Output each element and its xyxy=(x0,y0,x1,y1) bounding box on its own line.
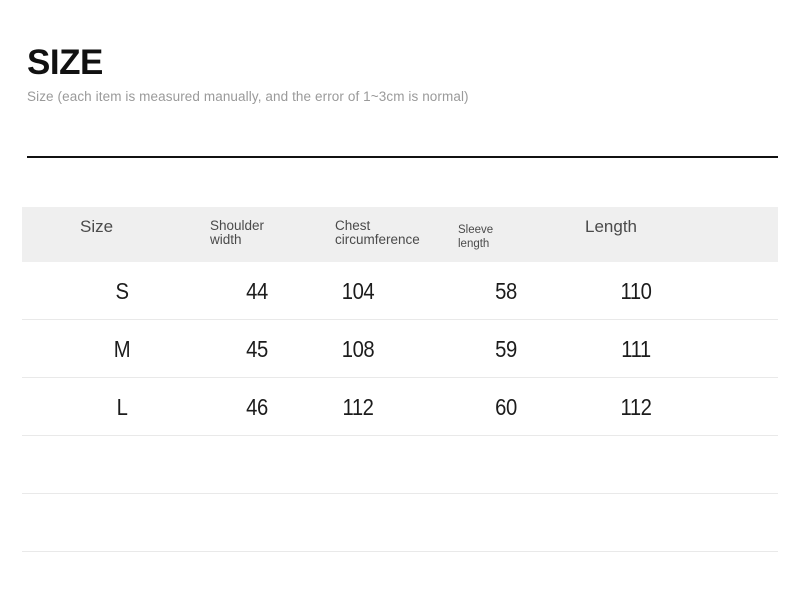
cell-length: 112 xyxy=(620,394,652,420)
column-header-chest-circumference-label: Chest circumference xyxy=(335,218,420,247)
cell-sleeve-length xyxy=(453,436,559,494)
column-header-size-ghost: · · · xyxy=(82,244,116,248)
cell-size xyxy=(69,436,175,494)
column-header-size-label: Size xyxy=(80,217,114,236)
title-block: SIZE Size (each item is measured manuall… xyxy=(27,44,767,105)
table-row: S 44 104 58 110 xyxy=(22,262,778,320)
cell-shoulder-width: 45 xyxy=(246,336,268,362)
cell-length xyxy=(583,494,689,552)
cell-length: 111 xyxy=(621,336,651,362)
cell-chest-circumference: 112 xyxy=(342,394,374,420)
cell-shoulder-width: 46 xyxy=(246,394,268,420)
cell-size xyxy=(69,494,175,552)
table-row xyxy=(22,436,778,494)
cell-sleeve-length: 60 xyxy=(495,394,517,420)
column-header-length-label: Length xyxy=(585,217,637,236)
column-header-size: Size · · · xyxy=(80,207,200,262)
table-row: M 45 108 59 111 xyxy=(22,320,778,378)
column-header-length-ghost: · · xyxy=(591,245,612,249)
cell-shoulder-width xyxy=(204,436,310,494)
cell-size: S xyxy=(115,278,129,304)
cell-chest-circumference: 104 xyxy=(341,278,375,304)
size-table: Size · · · Shoulder width Chest circumfe… xyxy=(22,207,778,552)
page-title: SIZE xyxy=(27,43,103,82)
size-chart-page: SIZE Size (each item is measured manuall… xyxy=(0,0,800,589)
column-header-shoulder-width-label: Shoulder width xyxy=(210,218,265,247)
cell-size: M xyxy=(113,336,131,362)
title-divider-rule xyxy=(27,156,778,158)
page-subtitle: Size (each item is measured manually, an… xyxy=(27,89,469,104)
cell-length: 110 xyxy=(620,278,652,304)
cell-chest-circumference xyxy=(305,436,411,494)
cell-sleeve-length: 58 xyxy=(495,278,517,304)
cell-size: L xyxy=(116,394,128,420)
cell-sleeve-length xyxy=(453,494,559,552)
cell-shoulder-width: 44 xyxy=(246,278,268,304)
cell-chest-circumference xyxy=(305,494,411,552)
cell-length xyxy=(583,436,689,494)
cell-chest-circumference: 108 xyxy=(341,336,375,362)
column-header-chest-circumference: Chest circumference xyxy=(335,207,465,262)
table-row xyxy=(22,494,778,552)
column-header-sleeve-length: Sleeve length · · · · xyxy=(458,207,568,262)
cell-sleeve-length: 59 xyxy=(495,336,517,362)
column-header-length: Length · · xyxy=(585,207,715,262)
table-row: L 46 112 60 112 xyxy=(22,378,778,436)
column-header-sleeve-length-ghost: · · · · xyxy=(460,247,508,251)
cell-shoulder-width xyxy=(204,494,310,552)
table-header-row: Size · · · Shoulder width Chest circumfe… xyxy=(22,207,778,262)
column-header-shoulder-width: Shoulder width xyxy=(210,207,330,262)
